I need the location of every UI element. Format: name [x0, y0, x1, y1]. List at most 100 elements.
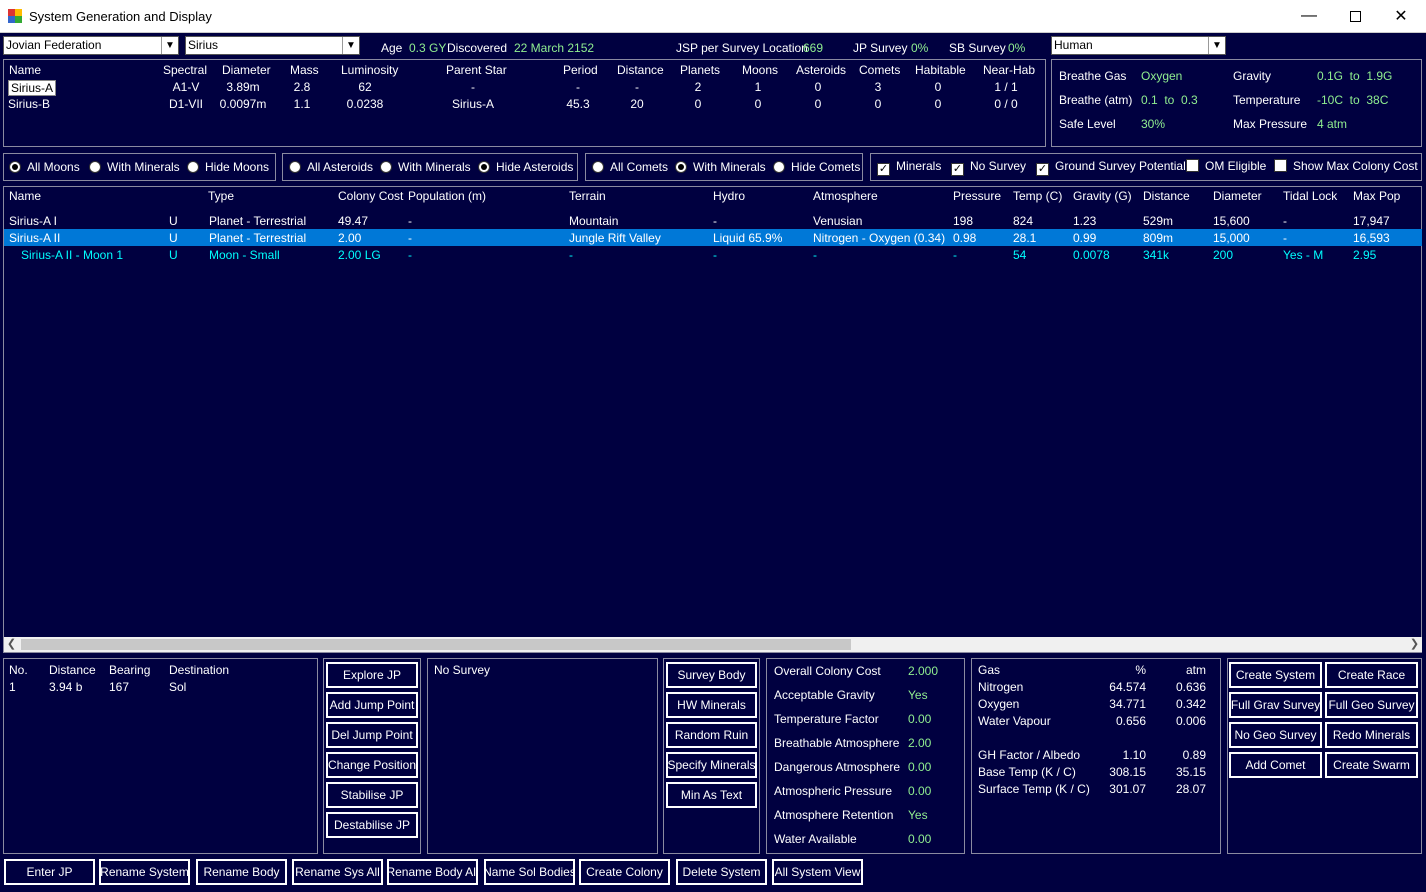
jp-button-del-jump-point[interactable]: Del Jump Point	[325, 721, 419, 749]
jp-cell[interactable]: 3.94 b	[49, 680, 82, 694]
atm-cell: 64.574	[1109, 680, 1146, 694]
radio-hide-moons[interactable]: Hide Moons	[187, 160, 269, 174]
button-delete-system[interactable]: Delete System	[675, 858, 768, 886]
radio-hide-asteroids[interactable]: Hide Asteroids	[478, 160, 573, 174]
button-create-swarm[interactable]: Create Swarm	[1324, 751, 1419, 779]
body-cell-flag: U	[169, 214, 178, 228]
radio-all-moons[interactable]: All Moons	[9, 160, 80, 174]
jp-button-change-position[interactable]: Change Position	[325, 751, 419, 779]
horizontal-scrollbar[interactable]: ❮ ❯	[4, 637, 1422, 652]
bodies-header-6[interactable]: Atmosphere	[813, 189, 878, 203]
jp-button-stabilise-jp[interactable]: Stabilise JP	[325, 781, 419, 809]
radio-icon	[592, 161, 604, 173]
radio-icon	[380, 161, 392, 173]
checkbox-ground-survey-potential[interactable]: ✓ Ground Survey Potential	[1036, 159, 1186, 176]
scrollbar-thumb[interactable]	[21, 639, 851, 650]
button-full-grav-survey[interactable]: Full Grav Survey	[1228, 691, 1323, 719]
button-rename-sys-all[interactable]: Rename Sys All	[291, 858, 384, 886]
survey-button-min-as-text[interactable]: Min As Text	[665, 781, 758, 809]
max-pressure-value: 4 atm	[1317, 117, 1348, 131]
star-cell: 0	[694, 97, 702, 111]
star-cell: D1-VII	[168, 97, 204, 111]
radio-hide-comets[interactable]: Hide Comets	[773, 160, 860, 174]
table-row[interactable]: Sirius-A I U Planet - Terrestrial 49.47 - Mou…	[4, 212, 1422, 229]
colony-cost-value: Yes	[908, 688, 928, 702]
atm-extra-cell: Surface Temp (K / C)	[978, 782, 1090, 796]
button-rename-body[interactable]: Rename Body	[195, 858, 288, 886]
bodies-header-9[interactable]: Gravity (G)	[1073, 189, 1132, 203]
jp-cell[interactable]: Sol	[169, 680, 186, 694]
button-enter-jp[interactable]: Enter JP	[3, 858, 96, 886]
button-add-comet[interactable]: Add Comet	[1228, 751, 1323, 779]
button-create-race[interactable]: Create Race	[1324, 661, 1419, 689]
system-select[interactable]: Sirius ▼	[185, 36, 360, 55]
button-rename-body-all[interactable]: Rename Body All	[386, 858, 479, 886]
star-cell: 20	[630, 97, 644, 111]
jp-button-explore-jp[interactable]: Explore JP	[325, 661, 419, 689]
atm-header-1: %	[1135, 663, 1146, 677]
minimize-icon[interactable]: —	[1286, 0, 1332, 32]
age-value: 0.3 GY	[409, 41, 447, 55]
body-cell-atm: Venusian	[813, 214, 863, 228]
checkbox-show-max-colony-cost[interactable]: Show Max Colony Cost	[1274, 159, 1418, 173]
radio-moons-with-minerals[interactable]: With Minerals	[89, 160, 180, 174]
button-no-geo-survey[interactable]: No Geo Survey	[1228, 721, 1323, 749]
body-cell-pressure: 0.98	[953, 231, 977, 245]
button-redo-minerals[interactable]: Redo Minerals	[1324, 721, 1419, 749]
bodies-header-2[interactable]: Colony Cost	[338, 189, 403, 203]
bodies-header-12[interactable]: Tidal Lock	[1283, 189, 1337, 203]
radio-comets-with-minerals[interactable]: With Minerals	[675, 160, 766, 174]
bodies-header-0[interactable]: Name	[9, 189, 41, 203]
bodies-header-1[interactable]: Type	[208, 189, 234, 203]
scroll-right-icon[interactable]: ❯	[1407, 637, 1422, 652]
checkbox-minerals[interactable]: ✓ Minerals	[877, 159, 941, 176]
close-icon[interactable]: ✕	[1378, 0, 1424, 32]
survey-button-random-ruin[interactable]: Random Ruin	[665, 721, 758, 749]
bodies-header-13[interactable]: Max Pop	[1353, 189, 1400, 203]
radio-asteroids-with-minerals[interactable]: With Minerals	[380, 160, 471, 174]
jp-cell[interactable]: 167	[109, 680, 129, 694]
empire-select[interactable]: Jovian Federation ▼	[3, 36, 179, 55]
radio-all-comets[interactable]: All Comets	[592, 160, 668, 174]
body-cell-pop: -	[408, 231, 412, 245]
table-row[interactable]: Sirius-A II - Moon 1 U Moon - Small 2.00 LG…	[4, 246, 1422, 263]
survey-button-hw-minerals[interactable]: HW Minerals	[665, 691, 758, 719]
star-cell[interactable]: Sirius-A	[8, 80, 57, 96]
radio-all-asteroids[interactable]: All Asteroids	[289, 160, 373, 174]
survey-button-specify-minerals[interactable]: Specify Minerals	[665, 751, 758, 779]
survey-button-survey-body[interactable]: Survey Body	[665, 661, 758, 689]
button-create-colony[interactable]: Create Colony	[578, 858, 671, 886]
table-row[interactable]: Sirius-A II U Planet - Terrestrial 2.00 - Jun…	[4, 229, 1422, 246]
bodies-header-5[interactable]: Hydro	[713, 189, 745, 203]
checkbox-label: Show Max Colony Cost	[1293, 159, 1418, 173]
chevron-down-icon: ▼	[1208, 37, 1225, 54]
button-name-sol-bodies[interactable]: Name Sol Bodies	[483, 858, 576, 886]
bodies-header-7[interactable]: Pressure	[953, 189, 1001, 203]
atm-cell: 0.006	[1175, 714, 1206, 728]
scroll-left-icon[interactable]: ❮	[4, 637, 19, 652]
body-cell-terrain: Mountain	[569, 214, 619, 228]
colony-cost-value: 2.00	[908, 736, 932, 750]
app-icon	[8, 9, 22, 23]
jp-button-add-jump-point[interactable]: Add Jump Point	[325, 691, 419, 719]
button-full-geo-survey[interactable]: Full Geo Survey	[1324, 691, 1419, 719]
checkbox-no-survey[interactable]: ✓ No Survey	[951, 159, 1026, 176]
button-create-system[interactable]: Create System	[1228, 661, 1323, 689]
jp-button-destabilise-jp[interactable]: Destabilise JP	[325, 811, 419, 839]
button-rename-system[interactable]: Rename System	[98, 858, 191, 886]
star-cell[interactable]: Sirius-B	[8, 97, 50, 111]
bodies-header-11[interactable]: Diameter	[1213, 189, 1262, 203]
bodies-header-8[interactable]: Temp (C)	[1013, 189, 1062, 203]
radio-label: All Comets	[610, 160, 669, 174]
bodies-header-10[interactable]: Distance	[1143, 189, 1190, 203]
jp-cell[interactable]: 1	[9, 680, 16, 694]
maximize-icon[interactable]	[1332, 0, 1378, 32]
race-select[interactable]: Human ▼	[1051, 36, 1226, 55]
atm-cell: 0.342	[1175, 697, 1206, 711]
bodies-header-4[interactable]: Terrain	[569, 189, 606, 203]
button-all-system-view[interactable]: All System View	[771, 858, 864, 886]
bodies-header-3[interactable]: Population (m)	[408, 189, 486, 203]
checkbox-om-eligible[interactable]: OM Eligible	[1186, 159, 1266, 173]
star-cell: 0.0238	[346, 97, 384, 111]
radio-icon	[773, 161, 785, 173]
